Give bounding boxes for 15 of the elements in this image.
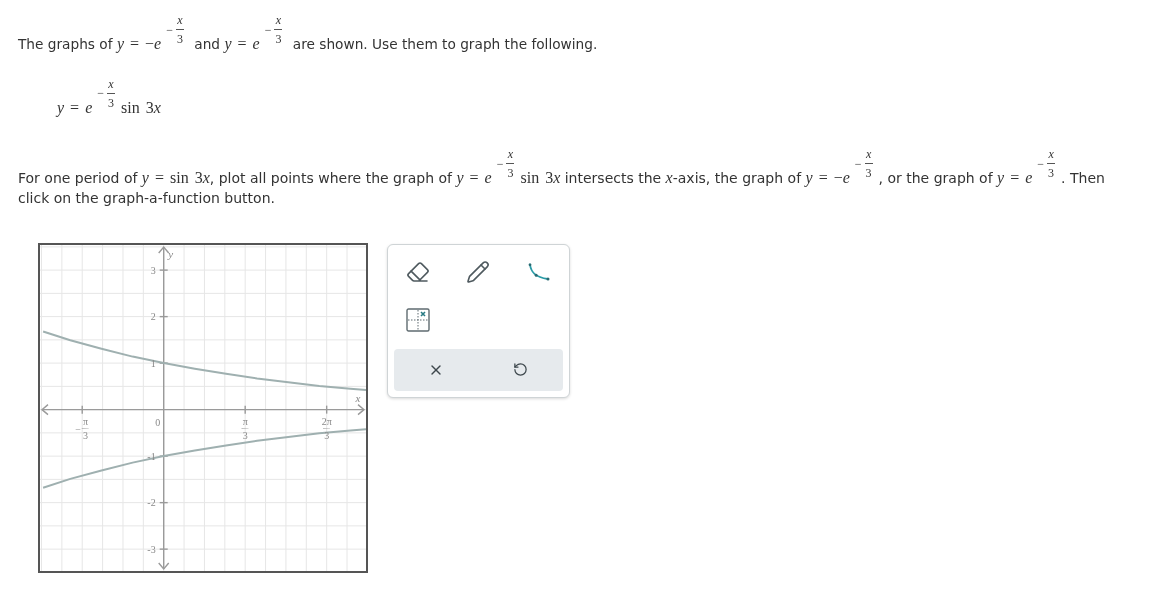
- tick-label: 3: [150, 264, 156, 276]
- tick-label: π/3: [239, 415, 251, 441]
- tick-label: -3: [147, 543, 156, 555]
- grid-icon: [406, 307, 431, 332]
- tick-label: 2π/3: [321, 415, 333, 441]
- pencil-icon: [466, 259, 491, 284]
- origin-label: 0: [155, 416, 161, 428]
- curve-icon: [527, 262, 550, 281]
- tick-label: -2: [147, 496, 156, 508]
- tick-label: 2: [150, 310, 156, 322]
- eraser-icon: [406, 259, 431, 284]
- y-axis-label: y: [168, 247, 174, 260]
- x-axis-label: x: [355, 391, 361, 404]
- undo-icon: [513, 362, 529, 377]
- tick-label: 1: [150, 357, 156, 369]
